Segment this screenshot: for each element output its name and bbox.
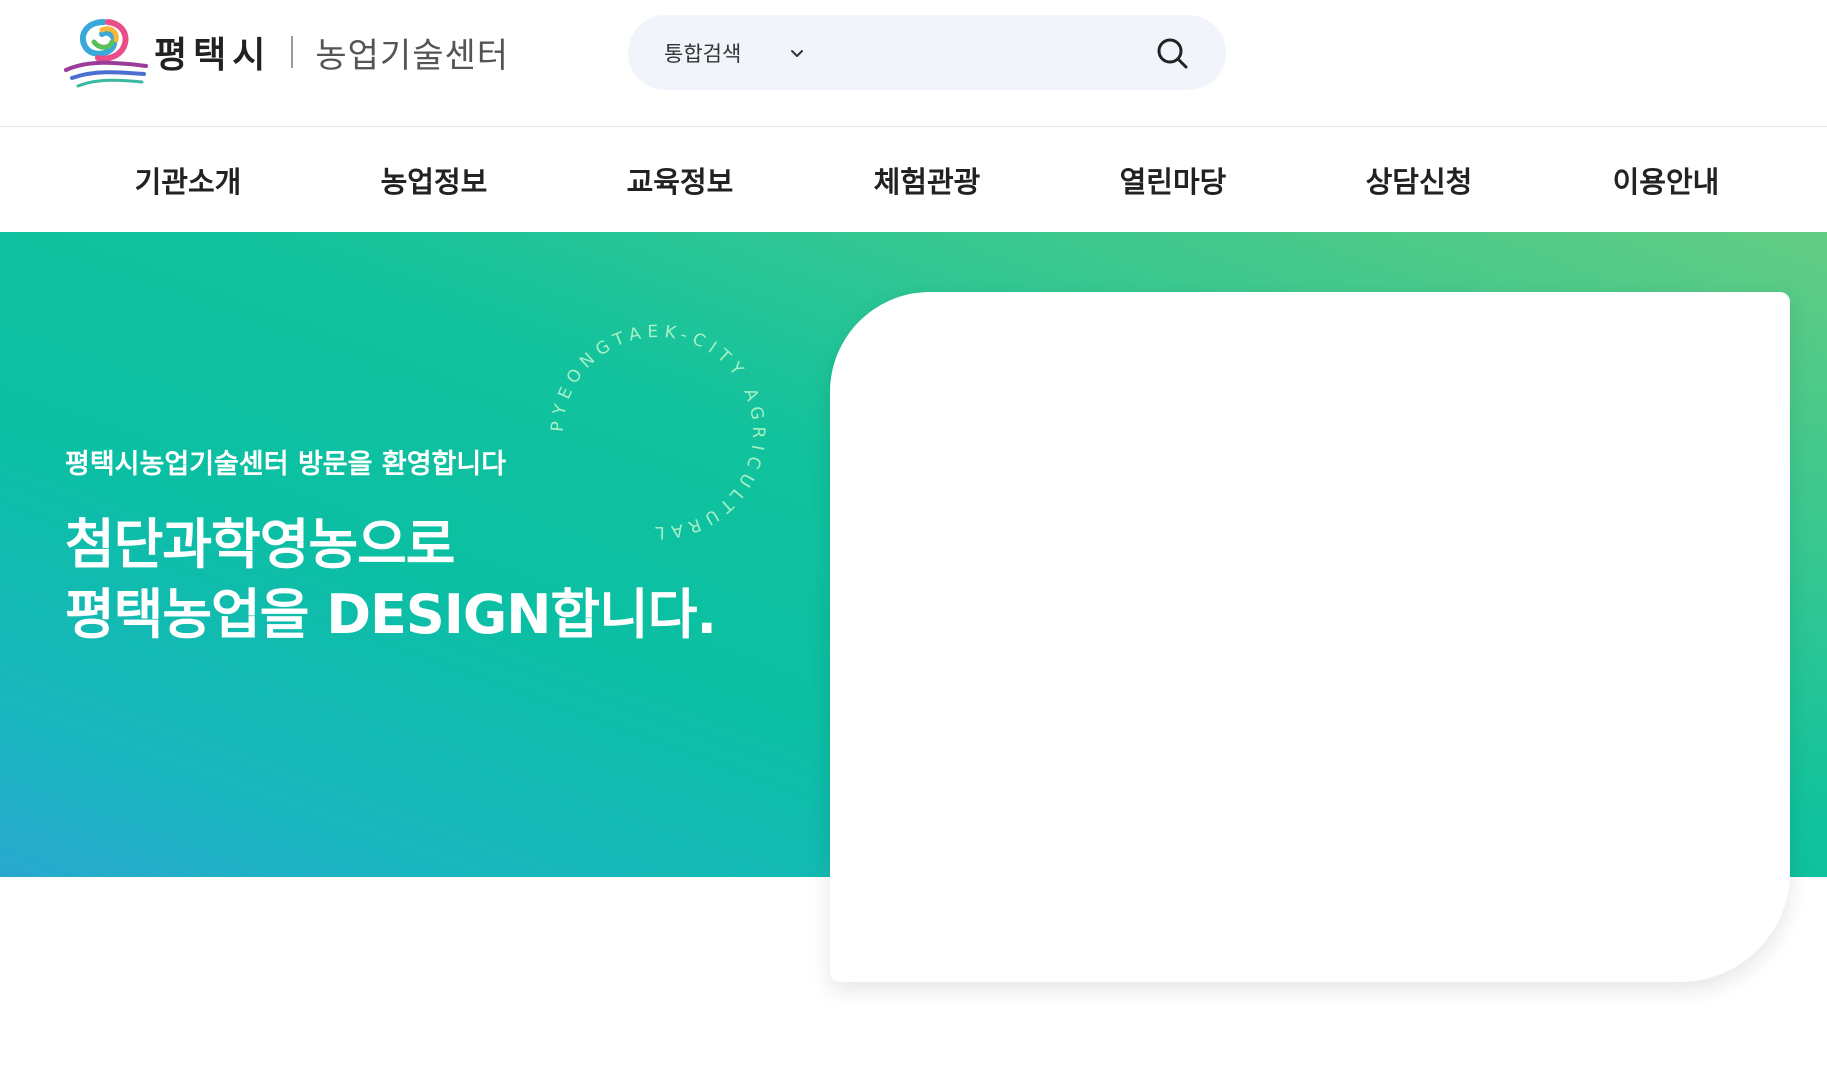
hero-title-line1: 첨단과학영농으로 (65, 513, 455, 576)
nav-item-about[interactable]: 기관소개 (88, 128, 288, 232)
search-button[interactable] (1150, 31, 1194, 75)
hero-title-line2: 평택농업을 DESIGN합니다. (65, 583, 717, 646)
main-nav: 기관소개 농업정보 교육정보 체험관광 열린마당 상담신청 이용안내 (0, 128, 1827, 232)
nav-item-consultation[interactable]: 상담신청 (1319, 128, 1519, 232)
pyeongtaek-logo-icon (64, 19, 148, 88)
site-header: 평택시 농업기술센터 통합검색 (0, 0, 1827, 127)
search-bar: 통합검색 (628, 15, 1226, 90)
search-icon (1157, 38, 1188, 68)
search-scope-label: 통합검색 (664, 41, 742, 66)
logo-city-name: 평택시 (154, 35, 272, 76)
nav-item-education[interactable]: 교육정보 (580, 128, 780, 232)
search-scope-select[interactable]: 통합검색 (664, 38, 805, 68)
nav-item-experience-tour[interactable]: 체험관광 (827, 128, 1027, 232)
search-input[interactable] (829, 22, 1150, 83)
nav-item-open-forum[interactable]: 열린마당 (1073, 128, 1273, 232)
main-visual-card (830, 292, 1790, 982)
chevron-down-icon (791, 49, 804, 57)
hero-title: 첨단과학영농으로 평택농업을 DESIGN합니다. (65, 510, 717, 650)
logo-center-name: 농업기술센터 (315, 35, 510, 76)
nav-item-guide[interactable]: 이용안내 (1566, 128, 1766, 232)
site-logo[interactable]: 평택시 농업기술센터 (64, 16, 509, 88)
logo-divider (291, 36, 294, 68)
hero-subtitle: 평택시농업기술센터 방문을 환영합니다 (65, 449, 507, 480)
nav-item-agri-info[interactable]: 농업정보 (334, 128, 534, 232)
